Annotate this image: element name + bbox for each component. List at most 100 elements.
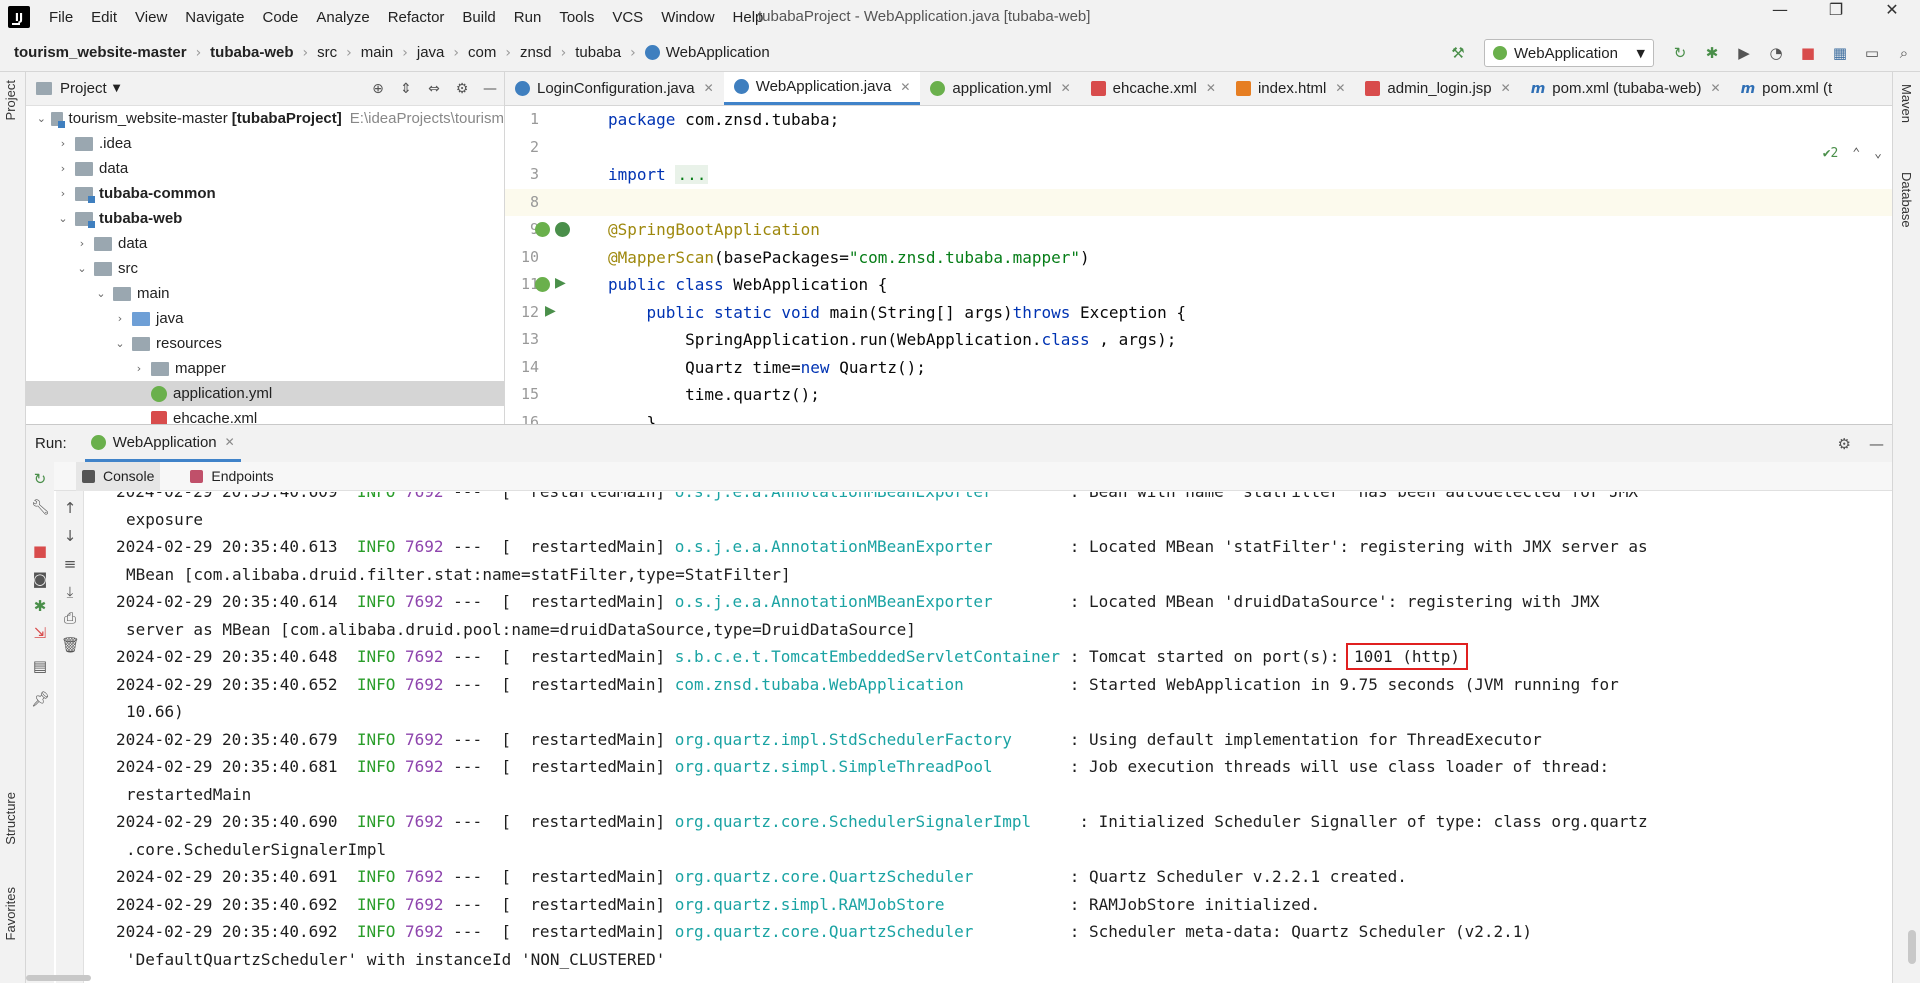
rerun-icon[interactable]: ↻ xyxy=(31,470,49,488)
chevron-right-icon[interactable]: › xyxy=(55,162,71,175)
tab-webapplication-java[interactable]: WebApplication.java ✕ xyxy=(723,72,921,105)
breadcrumb-item[interactable]: tubaba xyxy=(575,44,621,61)
tree-item[interactable]: › data xyxy=(26,156,504,181)
chevron-right-icon[interactable]: › xyxy=(55,137,71,150)
tab-pom-xml-t[interactable]: m pom.xml (t xyxy=(1731,72,1843,105)
expand-all-icon[interactable]: ⇕ xyxy=(392,81,420,97)
tree-item[interactable]: ⌄ src xyxy=(26,256,504,281)
tree-item[interactable]: ›application.yml xyxy=(26,381,504,406)
pin-icon[interactable]: 📌︎ xyxy=(31,690,50,708)
console-output[interactable]: 2024-02-29 20:35:40.609 INFO 7692 --- [ … xyxy=(86,492,1876,980)
close-icon[interactable]: ✕ xyxy=(1061,81,1071,95)
code-editor[interactable]: 1 package com.znsd.tubaba; 2 3 import ... 8 9@… xyxy=(505,106,1892,424)
menu-navigate[interactable]: Navigate xyxy=(176,9,253,26)
menu-run[interactable]: Run xyxy=(505,9,551,26)
chevron-down-icon[interactable]: ⌄ xyxy=(1874,146,1882,161)
maven-tool-button[interactable]: Maven xyxy=(1899,84,1914,123)
debug-icon[interactable]: ✱ xyxy=(1703,44,1721,62)
tab-admin-login-jsp[interactable]: admin_login.jsp ✕ xyxy=(1355,72,1520,105)
coverage-icon[interactable]: ▶ xyxy=(1735,44,1753,62)
gear-icon[interactable]: ⚙ xyxy=(1838,435,1851,453)
run-configuration-select[interactable]: WebApplication ▼ xyxy=(1484,39,1654,67)
menu-window[interactable]: Window xyxy=(652,9,723,26)
close-icon[interactable]: ✕ xyxy=(1711,81,1721,95)
run-gutter-icon[interactable]: ▶ xyxy=(545,303,560,319)
tree-item[interactable]: ⌄ main xyxy=(26,281,504,306)
print-icon[interactable]: ⎙ xyxy=(61,609,79,627)
close-icon[interactable]: ✕ xyxy=(225,435,235,449)
log-logger-link[interactable]: org.quartz.simpl.RAMJobStore xyxy=(675,895,1060,914)
chevron-right-icon[interactable]: › xyxy=(131,362,147,375)
chevron-right-icon[interactable]: › xyxy=(74,237,90,250)
tree-item[interactable]: › tubaba-common xyxy=(26,181,504,206)
gear-icon[interactable]: ⚙ xyxy=(448,81,476,97)
project-tool-button[interactable]: Project xyxy=(3,80,18,120)
breadcrumb-item[interactable]: src xyxy=(317,44,337,61)
menu-code[interactable]: Code xyxy=(253,9,307,26)
breadcrumb-item[interactable]: tourism_website-master xyxy=(14,44,187,61)
inspection-widget[interactable]: ✔2 ⌃ ⌄ xyxy=(1823,146,1882,161)
tab-loginconfiguration-java[interactable]: LoginConfiguration.java ✕ xyxy=(505,72,724,105)
log-logger-link[interactable]: s.b.c.e.t.TomcatEmbeddedServletContainer xyxy=(675,647,1060,666)
breadcrumb-item[interactable]: tubaba-web xyxy=(210,44,293,61)
menu-edit[interactable]: Edit xyxy=(82,9,126,26)
camera-icon[interactable]: ◙ xyxy=(31,570,49,588)
run-tab-webapplication[interactable]: WebApplication ✕ xyxy=(84,425,241,462)
console-horizontal-scrollbar[interactable] xyxy=(26,975,91,981)
project-panel-title[interactable]: Project xyxy=(60,80,107,97)
tab-ehcache-xml[interactable]: ehcache.xml ✕ xyxy=(1081,72,1226,105)
chevron-right-icon[interactable]: › xyxy=(112,312,128,325)
tree-item[interactable]: › .idea xyxy=(26,131,504,156)
close-icon[interactable]: ✕ xyxy=(1206,81,1216,95)
structure-tool-button[interactable]: Structure xyxy=(3,792,18,845)
hammer-icon[interactable]: ⚒ xyxy=(1449,44,1467,62)
intellij-logo-icon[interactable]: IJ xyxy=(8,6,30,28)
profile-icon[interactable]: ◔ xyxy=(1767,44,1785,62)
log-logger-link[interactable]: org.quartz.simpl.SimpleThreadPool xyxy=(675,757,1060,776)
collapse-all-icon[interactable]: ⇔ xyxy=(420,81,448,97)
tab-pom-xml-tubaba-web-[interactable]: m pom.xml (tubaba-web) ✕ xyxy=(1521,72,1731,105)
chevron-down-icon[interactable]: ▼ xyxy=(113,83,121,94)
tree-item[interactable]: › data xyxy=(26,231,504,256)
menu-refactor[interactable]: Refactor xyxy=(379,9,454,26)
breadcrumb-item[interactable]: com xyxy=(468,44,496,61)
console-vertical-scrollbar[interactable] xyxy=(1908,930,1916,964)
close-icon[interactable]: ✕ xyxy=(900,80,910,94)
chevron-down-icon[interactable]: ⌄ xyxy=(74,262,90,275)
breadcrumb-item[interactable]: znsd xyxy=(520,44,552,61)
minimize-icon[interactable]: — xyxy=(1752,0,1808,34)
layout-icon[interactable]: ▭ xyxy=(1863,44,1881,62)
log-logger-link[interactable]: o.s.j.e.a.AnnotationMBeanExporter xyxy=(675,537,1060,556)
tab-console[interactable]: Console xyxy=(76,461,161,491)
log-logger-link[interactable]: o.s.j.e.a.AnnotationMBeanExporter xyxy=(675,492,1060,501)
arrow-up-icon[interactable]: ↑ xyxy=(61,499,79,517)
menu-build[interactable]: Build xyxy=(453,9,504,26)
chevron-down-icon[interactable]: ⌄ xyxy=(112,337,128,350)
restore-icon[interactable]: ❐ xyxy=(1808,0,1864,34)
run-gutter-icon[interactable]: ▶ xyxy=(555,275,570,291)
menu-vcs[interactable]: VCS xyxy=(603,9,652,26)
tree-item[interactable]: › mapper xyxy=(26,356,504,381)
soft-wrap-icon[interactable]: ≡ xyxy=(61,555,79,573)
scroll-to-end-icon[interactable]: ⤓ xyxy=(61,583,79,601)
breadcrumb-item[interactable]: java xyxy=(417,44,445,61)
locate-icon[interactable]: ⊕ xyxy=(364,81,392,97)
close-icon[interactable]: ✕ xyxy=(1864,0,1920,34)
close-icon[interactable]: ✕ xyxy=(1501,81,1511,95)
spring-bean-gutter-icon[interactable] xyxy=(535,277,550,292)
chevron-right-icon[interactable]: › xyxy=(55,187,71,200)
tree-item[interactable]: › java xyxy=(26,306,504,331)
folded-imports[interactable]: ... xyxy=(675,165,709,184)
search-icon[interactable]: ⌕ xyxy=(1895,44,1913,62)
log-logger-link[interactable]: org.quartz.core.QuartzScheduler xyxy=(675,922,1060,941)
spring-bean-gutter-icon[interactable] xyxy=(535,222,550,237)
chevron-up-icon[interactable]: ⌃ xyxy=(1852,146,1860,161)
tab-index-html[interactable]: index.html ✕ xyxy=(1226,72,1355,105)
log-logger-link[interactable]: org.quartz.core.SchedulerSignalerImpl xyxy=(675,812,1070,831)
project-structure-icon[interactable]: ▦ xyxy=(1831,44,1849,62)
tree-item[interactable]: ⌄ tubaba-web xyxy=(26,206,504,231)
wrench-icon[interactable]: 🔧︎ xyxy=(31,498,50,516)
chevron-down-icon[interactable]: ⌄ xyxy=(55,212,71,225)
breadcrumb-item[interactable]: main xyxy=(361,44,394,61)
hide-icon[interactable]: — xyxy=(1869,435,1884,453)
